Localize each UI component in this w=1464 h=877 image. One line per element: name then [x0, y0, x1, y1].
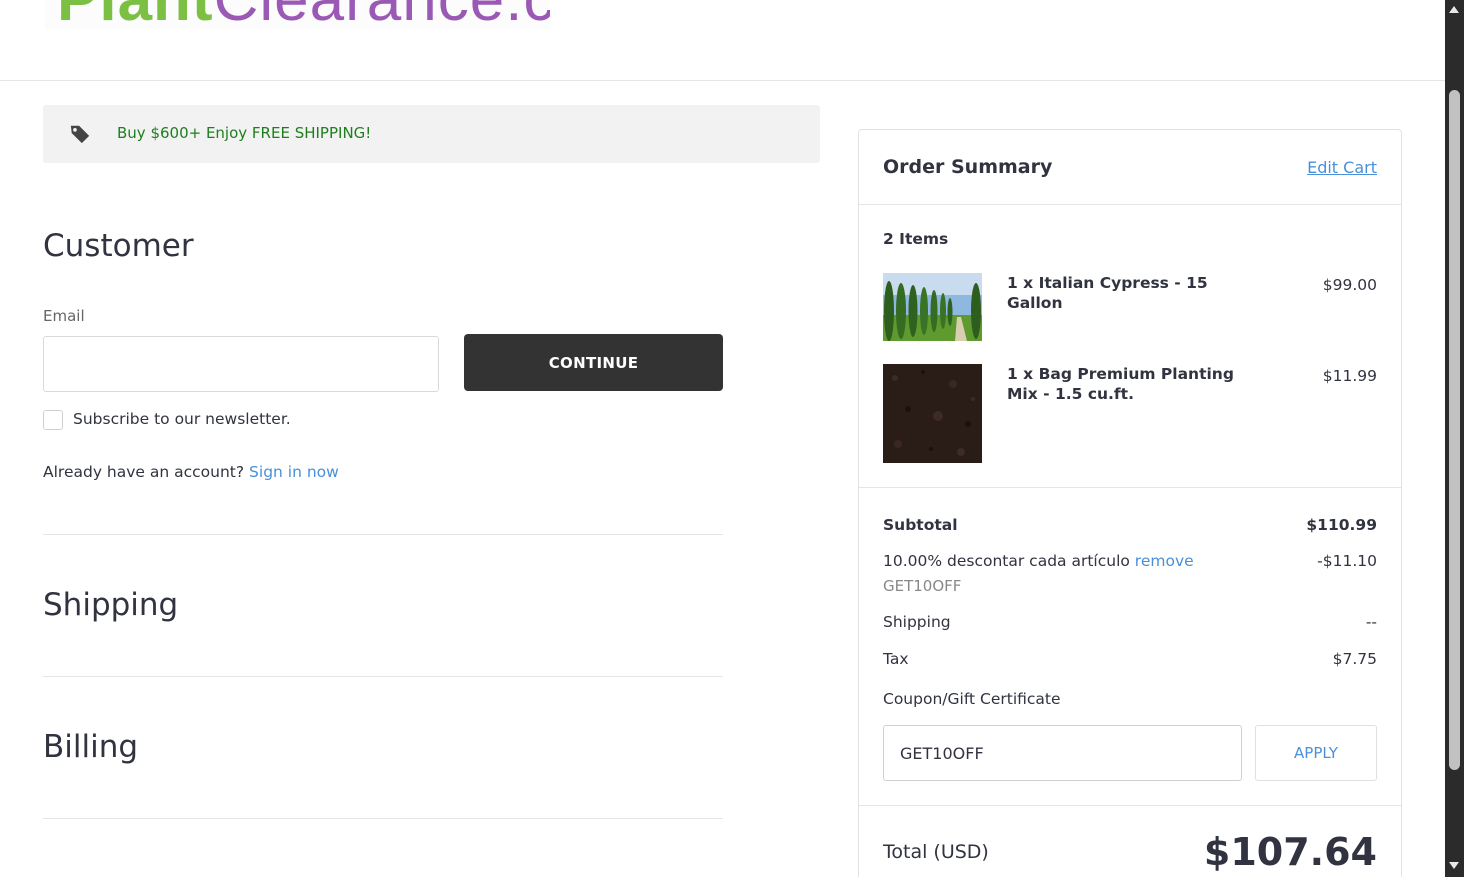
summary-divider: [859, 805, 1401, 806]
customer-section-title: Customer: [43, 228, 194, 264]
item-price: $11.99: [1322, 367, 1377, 385]
account-prompt: Already have an account? Sign in now: [43, 463, 339, 481]
coupon-label: Coupon/Gift Certificate: [883, 690, 1061, 708]
section-divider: [43, 818, 723, 819]
email-field[interactable]: [43, 336, 439, 392]
shipping-value: --: [1365, 613, 1377, 631]
edit-cart-link[interactable]: Edit Cart: [1307, 158, 1377, 177]
summary-divider: [859, 487, 1401, 488]
banner-text: Buy $600+ Enjoy FREE SHIPPING!: [117, 124, 372, 142]
order-summary: Order Summary Edit Cart 2 Items 1 x Ital…: [858, 129, 1402, 877]
tax-label: Tax: [883, 650, 909, 668]
tag-icon: [70, 125, 90, 144]
account-prompt-text: Already have an account?: [43, 463, 245, 481]
planting-mix-image: [883, 364, 982, 463]
remove-discount-link[interactable]: remove: [1135, 552, 1194, 570]
shipping-label: Shipping: [883, 613, 951, 631]
total-label: Total (USD): [883, 841, 989, 863]
scroll-up-arrow-icon[interactable]: [1449, 6, 1459, 13]
shipping-section-title[interactable]: Shipping: [43, 587, 178, 623]
discount-row: 10.00% descontar cada artículo remove: [883, 552, 1194, 570]
site-header: PlantClearance.com: [0, 0, 1445, 81]
coupon-input[interactable]: [883, 725, 1242, 781]
items-count: 2 Items: [883, 230, 949, 248]
discount-label: 10.00% descontar cada artículo: [883, 552, 1130, 570]
page-scrollbar[interactable]: [1445, 0, 1464, 877]
section-divider: [43, 534, 723, 535]
sign-in-link[interactable]: Sign in now: [249, 463, 339, 481]
email-label: Email: [43, 307, 85, 325]
discount-value: -$11.10: [1317, 552, 1377, 570]
order-summary-title: Order Summary: [883, 156, 1053, 178]
continue-button[interactable]: CONTINUE: [464, 334, 723, 391]
italian-cypress-image: [883, 273, 982, 341]
scroll-thumb[interactable]: [1449, 90, 1460, 770]
subtotal-value: $110.99: [1306, 516, 1377, 534]
free-shipping-banner: Buy $600+ Enjoy FREE SHIPPING!: [43, 105, 820, 163]
newsletter-label[interactable]: Subscribe to our newsletter.: [73, 410, 291, 428]
newsletter-checkbox[interactable]: [43, 410, 63, 430]
logo-text: PlantClearance.com: [57, 0, 550, 30]
apply-coupon-button[interactable]: APPLY: [1255, 725, 1377, 781]
item-price: $99.00: [1322, 276, 1377, 294]
billing-section-title[interactable]: Billing: [43, 729, 138, 765]
section-divider: [43, 676, 723, 677]
scroll-down-arrow-icon[interactable]: [1449, 862, 1459, 869]
order-summary-header: Order Summary Edit Cart: [859, 130, 1401, 205]
total-value: $107.64: [1203, 830, 1377, 874]
tax-value: $7.75: [1332, 650, 1377, 668]
item-name: 1 x Bag Premium Planting Mix - 1.5 cu.ft…: [1007, 365, 1234, 403]
subtotal-label: Subtotal: [883, 516, 958, 534]
discount-code: GET10OFF: [883, 577, 962, 595]
site-logo[interactable]: PlantClearance.com: [45, 0, 550, 30]
item-name: 1 x Italian Cypress - 15 Gallon: [1007, 274, 1208, 312]
